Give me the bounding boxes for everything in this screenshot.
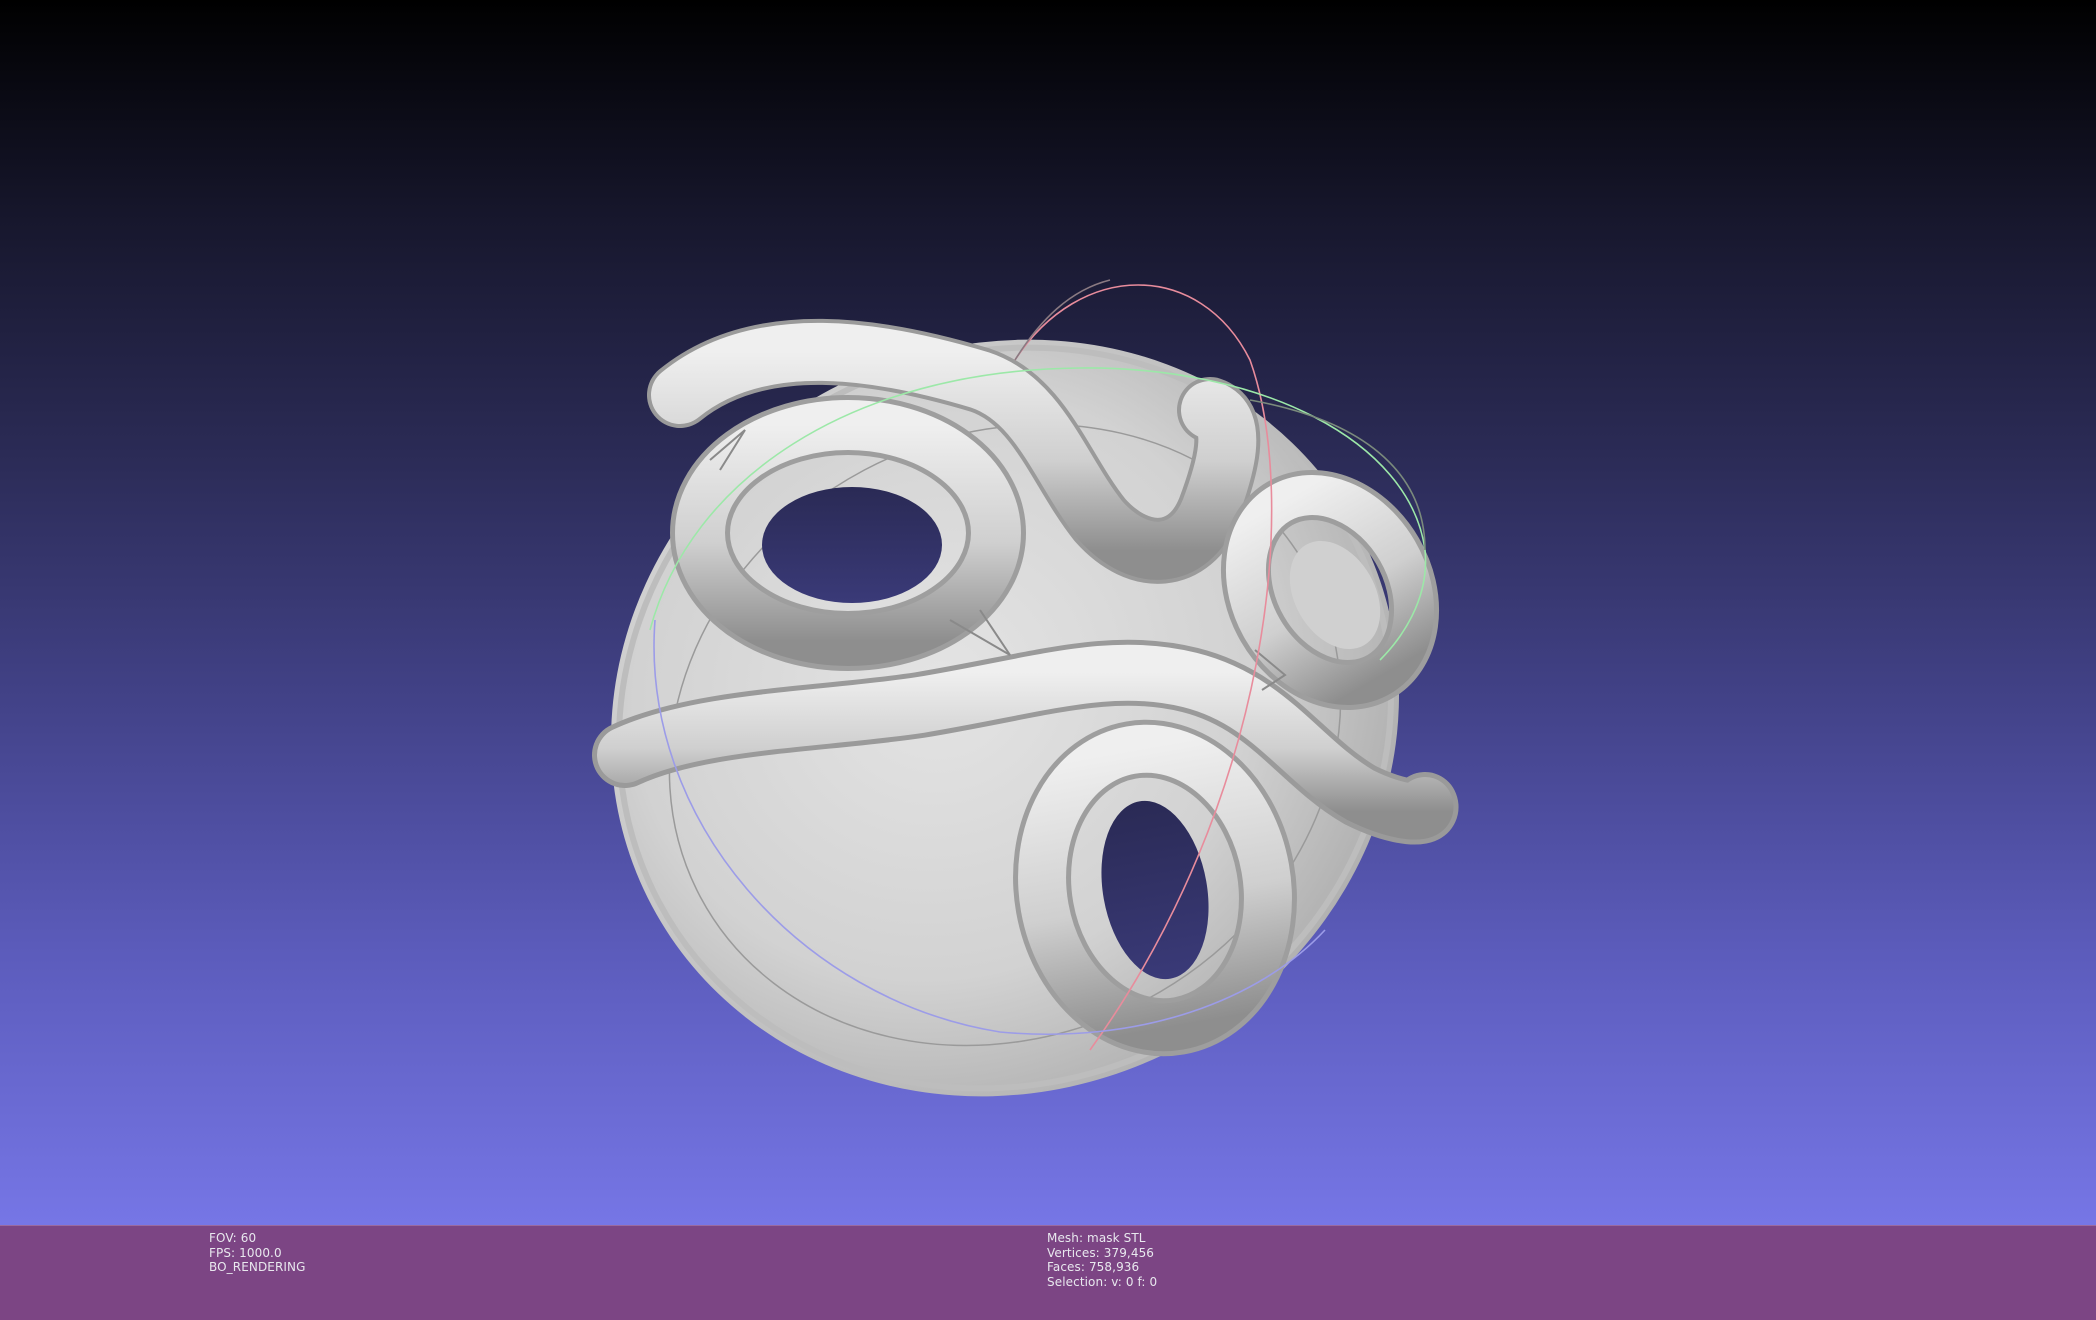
status-bar: FOV: 60 FPS: 1000.0 BO_RENDERING Mesh: m… [0, 1225, 2096, 1320]
mesh-name-label: Mesh: mask STL [1047, 1231, 1146, 1245]
render-info: FOV: 60 FPS: 1000.0 BO_RENDERING [209, 1231, 306, 1275]
vertices-label: Vertices: 379,456 [1047, 1245, 1155, 1260]
faces-label: Faces: 758,936 [1047, 1260, 1140, 1274]
scene-canvas[interactable] [0, 0, 2096, 1225]
bottom-ring [1013, 719, 1297, 1057]
mask-mesh[interactable] [477, 202, 1533, 1225]
render-mode-label: BO_RENDERING [209, 1260, 306, 1274]
3d-viewport[interactable] [0, 0, 2096, 1225]
selection-label: Selection: v: 0 f: 0 [1047, 1274, 1158, 1289]
left-eye-hole [762, 487, 942, 603]
fps-label: FPS: 1000.0 [209, 1245, 282, 1260]
meshlab-viewer: FOV: 60 FPS: 1000.0 BO_RENDERING Mesh: m… [0, 0, 2096, 1320]
mesh-info: Mesh: mask STL Vertices: 379,456 Faces: … [1047, 1231, 1157, 1289]
fov-label: FOV: 60 [209, 1231, 257, 1245]
